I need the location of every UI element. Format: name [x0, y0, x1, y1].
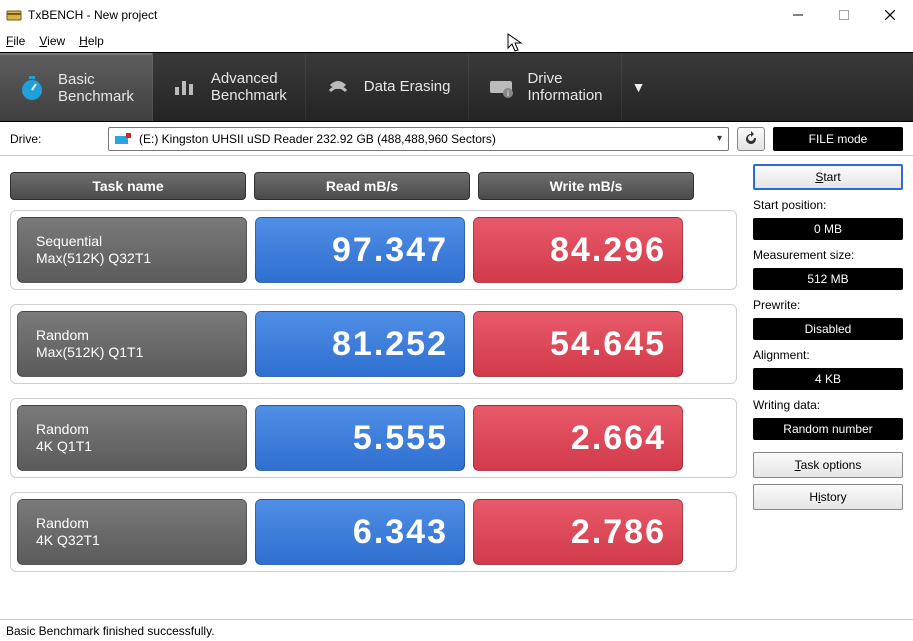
measurement-size-label: Measurement size:: [753, 248, 903, 262]
window-title: TxBENCH - New project: [28, 8, 775, 22]
history-button[interactable]: History: [753, 484, 903, 510]
erase-icon: [324, 73, 352, 101]
write-cell[interactable]: 54.645: [473, 311, 683, 377]
drive-row: Drive: (E:) Kingston UHSII uSD Reader 23…: [0, 122, 913, 156]
tab-label: Benchmark: [211, 87, 287, 104]
writing-data-label: Writing data:: [753, 398, 903, 412]
task-cell[interactable]: Random4K Q1T1: [17, 405, 247, 471]
drive-select[interactable]: (E:) Kingston UHSII uSD Reader 232.92 GB…: [108, 127, 729, 151]
tab-basic-benchmark[interactable]: BasicBenchmark: [0, 53, 153, 121]
menu-bar: File View Help: [0, 30, 913, 52]
chevron-down-icon: ▾: [717, 133, 722, 144]
tab-label: Information: [527, 87, 602, 104]
alignment-value[interactable]: 4 KB: [753, 368, 903, 390]
tab-label: Data Erasing: [364, 78, 451, 95]
file-mode-button[interactable]: FILE mode: [773, 127, 903, 151]
minimize-button[interactable]: [775, 0, 821, 30]
write-cell[interactable]: 84.296: [473, 217, 683, 283]
prewrite-label: Prewrite:: [753, 298, 903, 312]
tab-overflow-button[interactable]: ▼: [622, 53, 656, 121]
read-cell[interactable]: 6.343: [255, 499, 465, 565]
bench-row: RandomMax(512K) Q1T1 81.252 54.645: [10, 304, 737, 384]
maximize-button[interactable]: [821, 0, 867, 30]
read-cell[interactable]: 5.555: [255, 405, 465, 471]
tab-drive-information[interactable]: i DriveInformation: [469, 53, 621, 121]
bars-icon: [171, 73, 199, 101]
refresh-icon: [743, 131, 759, 147]
start-position-value[interactable]: 0 MB: [753, 218, 903, 240]
tab-advanced-benchmark[interactable]: AdvancedBenchmark: [153, 53, 306, 121]
drive-label: Drive:: [10, 132, 100, 146]
header-write: Write mB/s: [478, 172, 694, 200]
bench-row: Random4K Q1T1 5.555 2.664: [10, 398, 737, 478]
drive-info-icon: i: [487, 73, 515, 101]
status-bar: Basic Benchmark finished successfully.: [0, 619, 913, 641]
writing-data-value[interactable]: Random number: [753, 418, 903, 440]
tab-bar: BasicBenchmark AdvancedBenchmark Data Er…: [0, 52, 913, 122]
write-cell[interactable]: 2.664: [473, 405, 683, 471]
menu-help[interactable]: Help: [79, 34, 104, 48]
title-bar: TxBENCH - New project: [0, 0, 913, 30]
results-panel: Task name Read mB/s Write mB/s Sequentia…: [10, 164, 737, 586]
refresh-button[interactable]: [737, 127, 765, 151]
menu-file[interactable]: File: [6, 34, 25, 48]
task-options-button[interactable]: Task options: [753, 452, 903, 478]
write-cell[interactable]: 2.786: [473, 499, 683, 565]
header-read: Read mB/s: [254, 172, 470, 200]
alignment-label: Alignment:: [753, 348, 903, 362]
drive-icon: [115, 133, 131, 145]
bench-row: Random4K Q32T1 6.343 2.786: [10, 492, 737, 572]
start-button[interactable]: Start: [753, 164, 903, 190]
side-panel: Start Start position: 0 MB Measurement s…: [753, 164, 903, 586]
task-cell[interactable]: SequentialMax(512K) Q32T1: [17, 217, 247, 283]
drive-value: (E:) Kingston UHSII uSD Reader 232.92 GB…: [139, 132, 496, 146]
prewrite-value[interactable]: Disabled: [753, 318, 903, 340]
menu-view[interactable]: View: [39, 34, 65, 48]
svg-text:i: i: [508, 89, 510, 98]
task-cell[interactable]: Random4K Q32T1: [17, 499, 247, 565]
status-text: Basic Benchmark finished successfully.: [6, 624, 215, 638]
tab-data-erasing[interactable]: Data Erasing: [306, 53, 470, 121]
task-cell[interactable]: RandomMax(512K) Q1T1: [17, 311, 247, 377]
app-icon: [6, 7, 22, 23]
bench-row: SequentialMax(512K) Q32T1 97.347 84.296: [10, 210, 737, 290]
read-cell[interactable]: 97.347: [255, 217, 465, 283]
measurement-size-value[interactable]: 512 MB: [753, 268, 903, 290]
close-button[interactable]: [867, 0, 913, 30]
tab-label: Benchmark: [58, 88, 134, 105]
tab-label: Basic: [58, 71, 134, 88]
tab-label: Drive: [527, 70, 602, 87]
read-cell[interactable]: 81.252: [255, 311, 465, 377]
stopwatch-icon: [18, 74, 46, 102]
header-task: Task name: [10, 172, 246, 200]
start-position-label: Start position:: [753, 198, 903, 212]
tab-label: Advanced: [211, 70, 287, 87]
